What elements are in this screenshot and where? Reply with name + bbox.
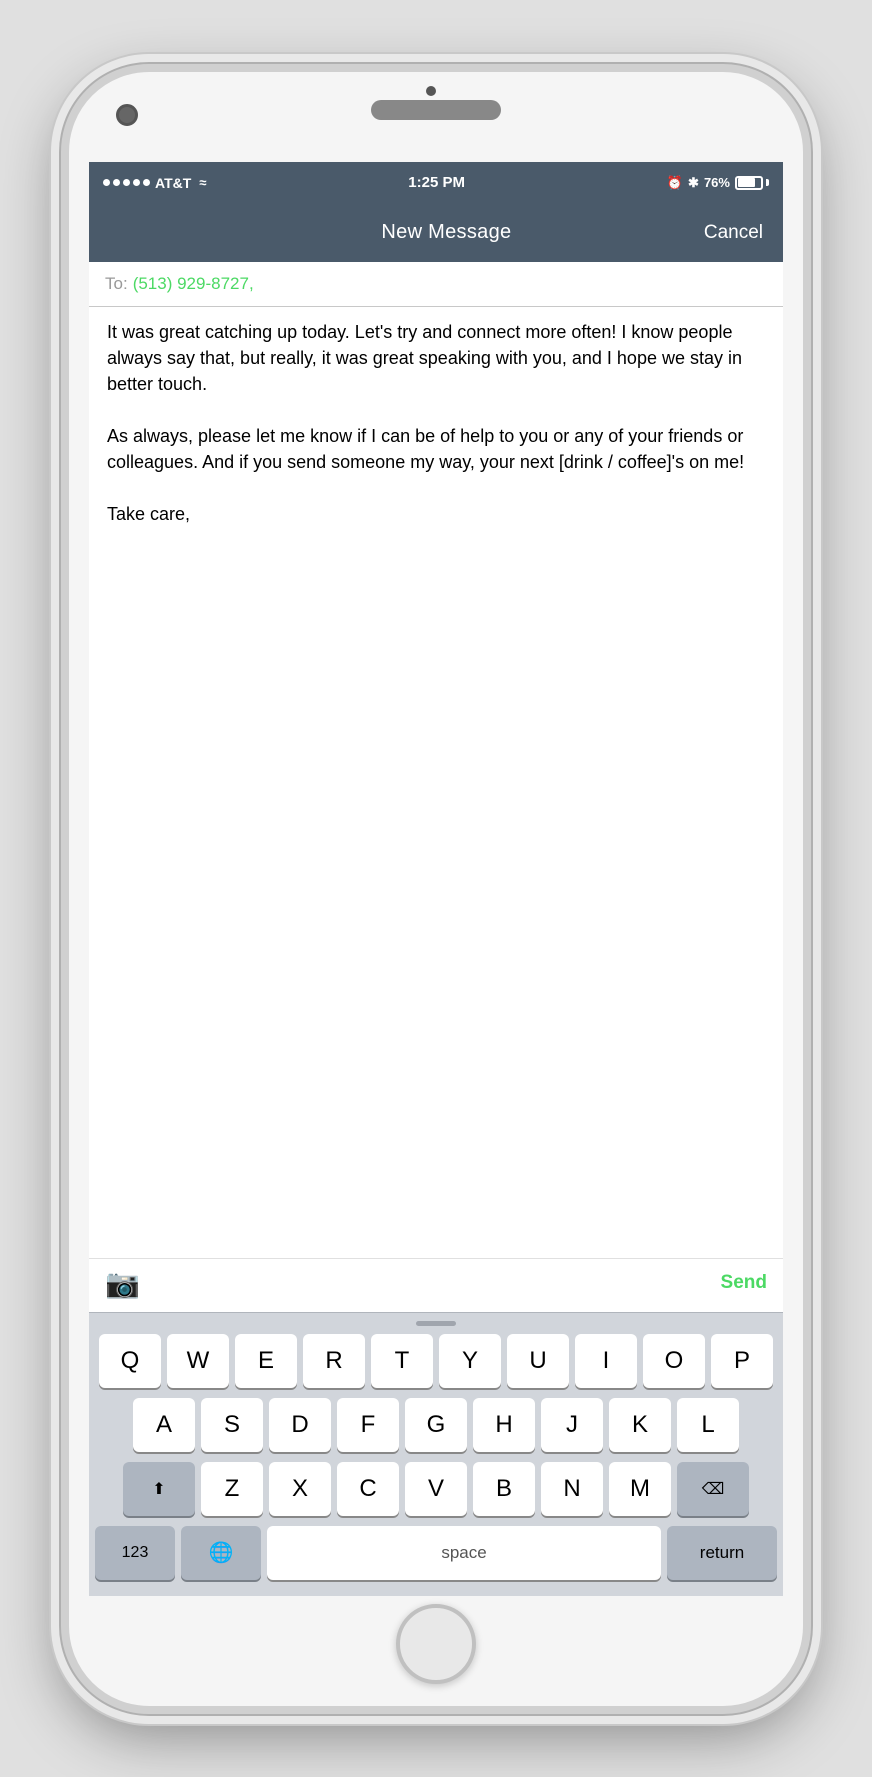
key-d[interactable]: D xyxy=(269,1398,331,1452)
key-k[interactable]: K xyxy=(609,1398,671,1452)
to-contact-value[interactable]: (513) 929-8727, xyxy=(133,274,254,294)
numbers-key[interactable]: 123 xyxy=(95,1526,175,1580)
status-bar: AT&T ≈ 1:25 PM ⏰ ✱ 76% xyxy=(89,162,783,204)
key-m[interactable]: M xyxy=(609,1462,671,1516)
message-action-bar: 📷 Send xyxy=(89,1258,783,1312)
battery-body xyxy=(735,176,763,190)
key-w[interactable]: W xyxy=(167,1334,229,1388)
key-f[interactable]: F xyxy=(337,1398,399,1452)
key-b[interactable]: B xyxy=(473,1462,535,1516)
key-j[interactable]: J xyxy=(541,1398,603,1452)
phone-frame: AT&T ≈ 1:25 PM ⏰ ✱ 76% xyxy=(61,64,811,1714)
wifi-icon: ≈ xyxy=(199,175,206,190)
nav-title: New Message xyxy=(381,221,511,244)
keyboard-row-3: ⬆ Z X C V B N M ⌫ xyxy=(95,1462,777,1516)
camera-icon[interactable]: 📷 xyxy=(105,1267,140,1300)
front-dot xyxy=(426,86,436,96)
key-q[interactable]: Q xyxy=(99,1334,161,1388)
key-i[interactable]: I xyxy=(575,1334,637,1388)
carrier-label: AT&T xyxy=(155,175,191,191)
message-textarea[interactable]: It was great catching up today. Let's tr… xyxy=(89,307,783,1258)
status-left: AT&T ≈ xyxy=(103,175,206,191)
to-field[interactable]: To: (513) 929-8727, xyxy=(89,262,783,307)
bluetooth-icon: ✱ xyxy=(688,175,699,191)
key-p[interactable]: P xyxy=(711,1334,773,1388)
key-n[interactable]: N xyxy=(541,1462,603,1516)
battery-fill xyxy=(738,178,755,187)
key-t[interactable]: T xyxy=(371,1334,433,1388)
globe-key[interactable]: 🌐 xyxy=(181,1526,261,1580)
front-camera xyxy=(116,104,138,126)
keyboard: Q W E R T Y U I O P A S D F G xyxy=(89,1312,783,1596)
to-label: To: xyxy=(105,274,128,294)
space-key[interactable]: space xyxy=(267,1526,661,1580)
signal-icon xyxy=(103,179,150,186)
battery-tip xyxy=(766,179,769,186)
key-h[interactable]: H xyxy=(473,1398,535,1452)
shift-key[interactable]: ⬆ xyxy=(123,1462,195,1516)
battery-pct-label: 76% xyxy=(704,175,730,190)
phone-screen: AT&T ≈ 1:25 PM ⏰ ✱ 76% xyxy=(89,162,783,1596)
home-button[interactable] xyxy=(396,1604,476,1684)
delete-key[interactable]: ⌫ xyxy=(677,1462,749,1516)
key-r[interactable]: R xyxy=(303,1334,365,1388)
key-s[interactable]: S xyxy=(201,1398,263,1452)
key-y[interactable]: Y xyxy=(439,1334,501,1388)
nav-bar: New Message Cancel xyxy=(89,204,783,262)
key-l[interactable]: L xyxy=(677,1398,739,1452)
key-g[interactable]: G xyxy=(405,1398,467,1452)
keyboard-handle xyxy=(416,1321,456,1326)
key-e[interactable]: E xyxy=(235,1334,297,1388)
key-a[interactable]: A xyxy=(133,1398,195,1452)
key-x[interactable]: X xyxy=(269,1462,331,1516)
alarm-icon: ⏰ xyxy=(667,175,683,191)
key-v[interactable]: V xyxy=(405,1462,467,1516)
status-time: 1:25 PM xyxy=(408,174,465,191)
message-body: It was great catching up today. Let's tr… xyxy=(89,307,783,1312)
key-c[interactable]: C xyxy=(337,1462,399,1516)
status-right: ⏰ ✱ 76% xyxy=(667,175,769,191)
cancel-button[interactable]: Cancel xyxy=(704,222,763,244)
battery-icon xyxy=(735,176,769,190)
speaker xyxy=(371,100,501,120)
keyboard-row-1: Q W E R T Y U I O P xyxy=(95,1334,777,1388)
keyboard-row-2: A S D F G H J K L xyxy=(95,1398,777,1452)
key-o[interactable]: O xyxy=(643,1334,705,1388)
key-u[interactable]: U xyxy=(507,1334,569,1388)
keyboard-row-4: 123 🌐 space return xyxy=(95,1526,777,1580)
return-key[interactable]: return xyxy=(667,1526,777,1580)
send-button[interactable]: Send xyxy=(721,1272,767,1294)
key-z[interactable]: Z xyxy=(201,1462,263,1516)
phone-outer: AT&T ≈ 1:25 PM ⏰ ✱ 76% xyxy=(0,0,872,1777)
message-text[interactable]: It was great catching up today. Let's tr… xyxy=(107,319,765,528)
